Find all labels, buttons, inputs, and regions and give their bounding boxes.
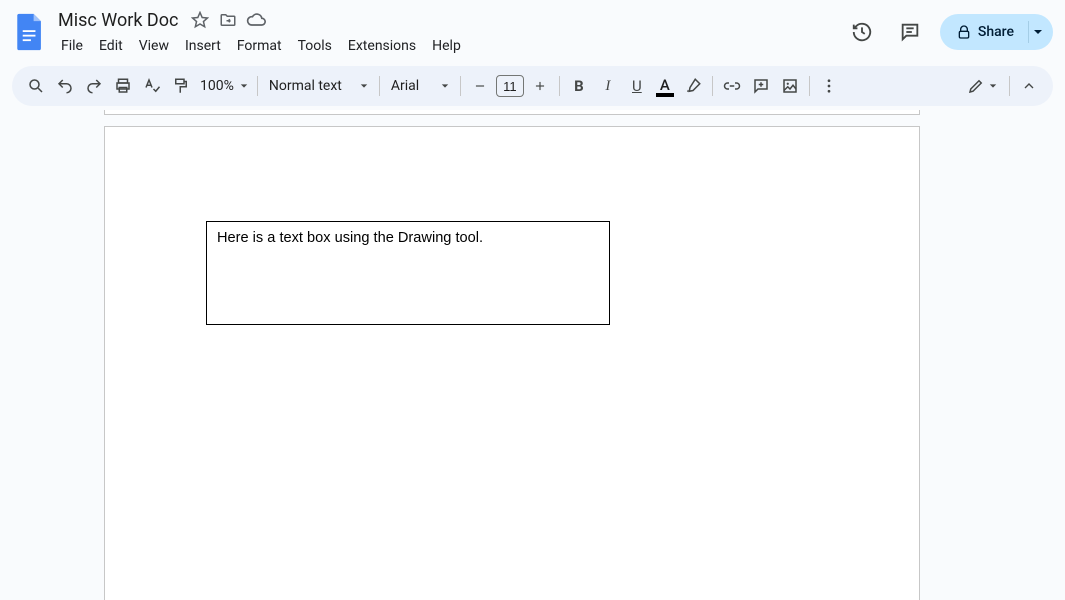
insert-image-button[interactable] (776, 72, 804, 100)
separator (460, 76, 461, 96)
history-icon[interactable] (844, 14, 880, 50)
paint-format-button[interactable] (167, 72, 195, 100)
drawing-text-content: Here is a text box using the Drawing too… (217, 230, 483, 246)
separator (257, 76, 258, 96)
insert-link-button[interactable] (718, 72, 746, 100)
document-canvas[interactable]: Here is a text box using the Drawing too… (0, 110, 1065, 600)
toolbar: 100% Normal text Arial B I U A (12, 66, 1053, 106)
font-dropdown[interactable]: Arial (385, 72, 455, 100)
print-button[interactable] (109, 72, 137, 100)
separator (379, 76, 380, 96)
text-color-button[interactable]: A (652, 76, 678, 97)
font-value: Arial (391, 78, 419, 94)
move-folder-icon[interactable] (218, 10, 238, 30)
caret-down-icon (240, 82, 248, 90)
doc-title[interactable]: Misc Work Doc (54, 10, 182, 31)
zoom-value: 100% (200, 78, 234, 94)
highlight-color-button[interactable] (679, 72, 707, 100)
editing-mode-button[interactable] (960, 72, 1004, 100)
caret-down-icon (1033, 27, 1043, 37)
text-color-swatch (656, 93, 674, 97)
paragraph-style-dropdown[interactable]: Normal text (263, 72, 374, 100)
pencil-icon (967, 77, 985, 95)
paragraph-style-value: Normal text (269, 78, 342, 94)
font-size-input[interactable] (496, 75, 524, 97)
underline-button[interactable]: U (623, 72, 651, 100)
redo-button[interactable] (80, 72, 108, 100)
spellcheck-button[interactable] (138, 72, 166, 100)
add-comment-button[interactable] (747, 72, 775, 100)
separator (1009, 76, 1010, 96)
cloud-status-icon[interactable] (246, 10, 266, 30)
menu-insert[interactable]: Insert (178, 34, 228, 58)
collapse-toolbar-button[interactable] (1015, 72, 1043, 100)
drawing-text-box[interactable]: Here is a text box using the Drawing too… (206, 221, 610, 325)
caret-down-icon (360, 82, 368, 90)
comments-icon[interactable] (892, 14, 928, 50)
share-button-group: Share (940, 14, 1053, 50)
menu-bar: File Edit View Insert Format Tools Exten… (54, 34, 844, 58)
share-dropdown-button[interactable] (1029, 14, 1053, 50)
menu-extensions[interactable]: Extensions (341, 34, 423, 58)
lock-icon (956, 24, 972, 40)
decrease-font-size-button[interactable] (466, 72, 494, 100)
undo-button[interactable] (51, 72, 79, 100)
share-label: Share (978, 24, 1014, 40)
menu-view[interactable]: View (132, 34, 176, 58)
menu-help[interactable]: Help (425, 34, 468, 58)
page[interactable]: Here is a text box using the Drawing too… (104, 126, 920, 600)
menu-edit[interactable]: Edit (92, 34, 130, 58)
menu-tools[interactable]: Tools (291, 34, 339, 58)
increase-font-size-button[interactable] (526, 72, 554, 100)
separator (559, 76, 560, 96)
menu-format[interactable]: Format (230, 34, 289, 58)
zoom-dropdown[interactable]: 100% (196, 72, 252, 100)
menu-file[interactable]: File (54, 34, 90, 58)
italic-button[interactable]: I (594, 72, 622, 100)
page-previous[interactable] (104, 110, 920, 115)
docs-app-icon[interactable] (12, 10, 48, 54)
separator (712, 76, 713, 96)
share-button[interactable]: Share (940, 14, 1028, 50)
separator (809, 76, 810, 96)
more-toolbar-button[interactable] (815, 72, 843, 100)
caret-down-icon (441, 82, 449, 90)
caret-down-icon (989, 82, 997, 90)
search-menus-button[interactable] (22, 72, 50, 100)
text-color-letter: A (660, 78, 670, 92)
star-icon[interactable] (190, 10, 210, 30)
bold-button[interactable]: B (565, 72, 593, 100)
